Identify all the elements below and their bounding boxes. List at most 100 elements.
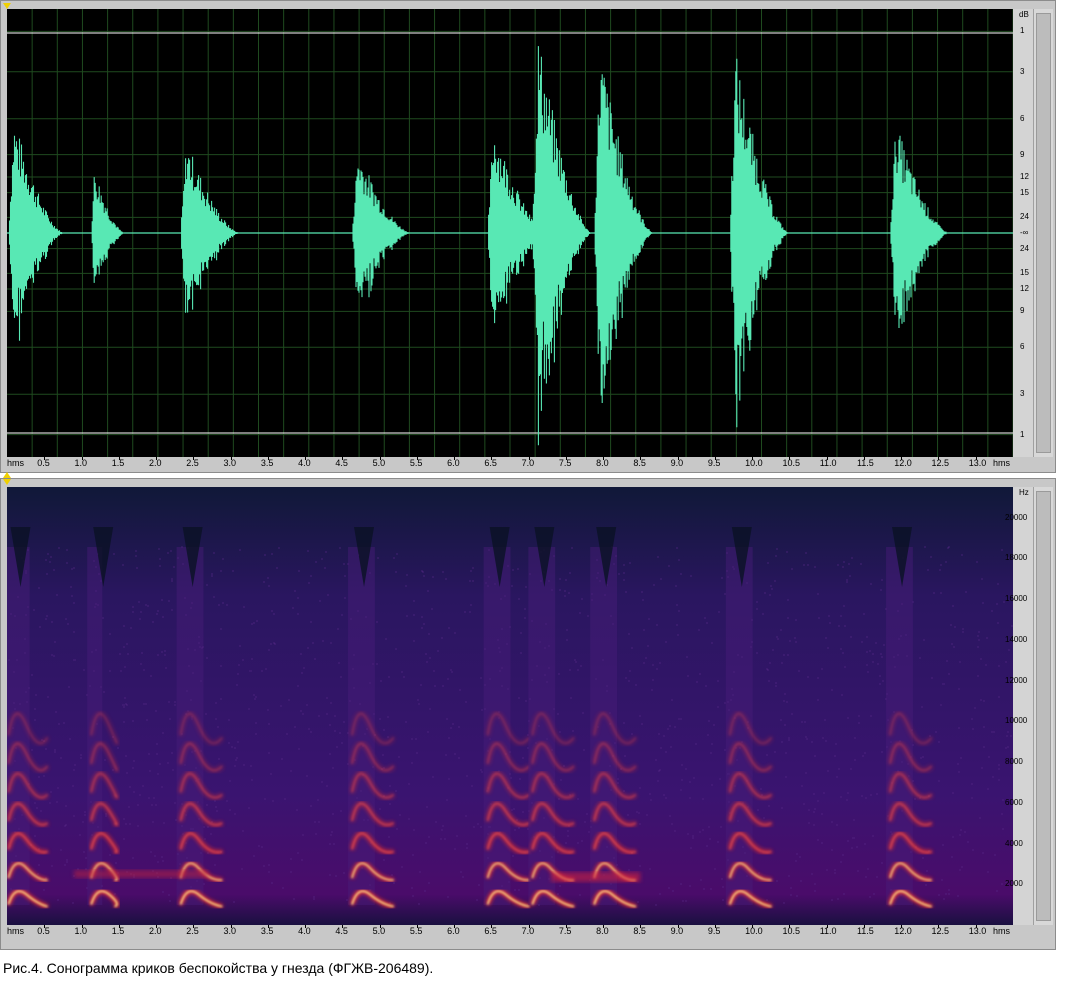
time-tick-label: 5.5 xyxy=(409,926,423,936)
db-level-label: 24 xyxy=(1020,243,1029,253)
db-level-label: 15 xyxy=(1020,187,1029,197)
spectrogram-panel: Hz 20000 18000 16000 14000 12000 10000 8000 600… xyxy=(0,478,1056,950)
time-tick-label: 12.0 xyxy=(894,458,912,468)
time-tick-label: 3.0 xyxy=(223,458,237,468)
time-unit-label: hms xyxy=(993,926,1011,936)
time-tick-label: 2.5 xyxy=(186,458,199,468)
time-unit-label: hms xyxy=(993,458,1011,468)
time-tick-label: 7.0 xyxy=(521,458,535,468)
time-tick-label: 4.5 xyxy=(335,926,348,936)
time-tick-label: 10.5 xyxy=(782,458,800,468)
hz-level-label: 2000 xyxy=(1005,879,1023,889)
time-tick-label: 12.0 xyxy=(894,926,912,936)
db-level-label: 6 xyxy=(1020,113,1025,123)
time-tick-label: 7.5 xyxy=(558,458,572,468)
time-tick-label: 8.0 xyxy=(596,926,609,936)
time-tick-label: 9.0 xyxy=(670,926,684,936)
time-tick-label: 11.0 xyxy=(819,926,837,936)
hz-level-label: 16000 xyxy=(1005,594,1028,604)
db-level-label: 15 xyxy=(1020,268,1029,278)
time-tick-label: 2.0 xyxy=(149,458,162,468)
time-tick-label: 5.0 xyxy=(372,458,386,468)
time-tick-label: 10.0 xyxy=(745,926,763,936)
time-tick-label: 4.0 xyxy=(298,458,311,468)
time-tick-label: 9.0 xyxy=(670,458,684,468)
time-tick-label: 5.0 xyxy=(372,926,386,936)
time-tick-label: 13.0 xyxy=(968,926,987,936)
time-unit-label: hms xyxy=(7,926,25,936)
time-tick-label: 0.5 xyxy=(37,458,50,468)
hz-scale: Hz 20000 18000 16000 14000 12000 10000 8000 600… xyxy=(1005,487,1033,925)
time-tick-label: 10.0 xyxy=(745,458,763,468)
time-tick-label: 8.5 xyxy=(633,458,646,468)
time-tick-label: 13.0 xyxy=(968,458,987,468)
time-tick-label: 9.5 xyxy=(707,926,721,936)
db-level-label: 24 xyxy=(1020,212,1029,222)
hz-level-label: 10000 xyxy=(1005,716,1028,726)
time-tick-label: 5.5 xyxy=(409,458,423,468)
db-level-label: 1 xyxy=(1020,429,1025,439)
db-level-label: 1 xyxy=(1020,26,1025,36)
time-tick-label: 7.5 xyxy=(558,926,572,936)
waveform-time-ruler: hms 0.5 1.0 1.5 2.0 2.5 3.0 3.5 4.0 4.5 5.0 5.5 6.0 6… xyxy=(7,457,1013,471)
sustained-band xyxy=(74,869,209,878)
time-tick-label: 10.5 xyxy=(782,926,800,936)
spectrogram-svg xyxy=(7,487,1013,925)
time-tick-label: 2.5 xyxy=(186,926,199,936)
time-tick-label: 1.5 xyxy=(111,926,125,936)
sustained-band xyxy=(550,872,641,883)
figure-caption: Рис.4. Сонограмма криков беспокойства у … xyxy=(3,960,434,976)
scroll-thumb[interactable] xyxy=(1036,491,1051,921)
time-tick-label: 3.5 xyxy=(260,458,274,468)
waveform-view[interactable] xyxy=(7,9,1013,457)
db-level-label: 9 xyxy=(1020,306,1025,316)
hz-unit-label: Hz xyxy=(1019,488,1029,497)
time-tick-label: 12.5 xyxy=(931,458,949,468)
hz-level-label: 20000 xyxy=(1005,512,1028,522)
time-tick-label: 6.0 xyxy=(447,458,460,468)
time-tick-label: 11.5 xyxy=(856,458,874,468)
hz-level-label: 12000 xyxy=(1005,675,1028,685)
time-tick-label: 1.0 xyxy=(74,458,88,468)
time-tick-label: 1.5 xyxy=(111,458,125,468)
hz-level-label: 4000 xyxy=(1005,838,1023,848)
waveform-svg xyxy=(7,9,1013,457)
time-tick-label: 3.0 xyxy=(223,926,237,936)
db-level-label: 12 xyxy=(1020,284,1029,293)
time-tick-label: 8.0 xyxy=(596,458,609,468)
spectrogram-vertical-scrollbar[interactable] xyxy=(1033,487,1053,925)
time-tick-label: 11.5 xyxy=(856,926,874,936)
time-tick-label: 8.5 xyxy=(633,926,646,936)
db-level-label: -∞ xyxy=(1020,228,1029,237)
hz-level-label: 18000 xyxy=(1005,553,1028,563)
time-tick-label: 4.5 xyxy=(335,458,348,468)
time-tick-label: 1.0 xyxy=(74,926,88,936)
scroll-thumb[interactable] xyxy=(1036,13,1051,453)
time-tick-label: 7.0 xyxy=(521,926,535,936)
db-level-label: 6 xyxy=(1020,342,1025,352)
db-level-label: 3 xyxy=(1020,389,1025,399)
time-tick-label: 12.5 xyxy=(931,926,949,936)
time-tick-label: 9.5 xyxy=(707,458,721,468)
time-tick-label: 6.5 xyxy=(484,926,497,936)
spectrogram-marker-top[interactable] xyxy=(3,479,11,485)
db-level-label: 12 xyxy=(1020,172,1029,181)
db-unit-label: dB xyxy=(1019,10,1029,19)
time-tick-label: 2.0 xyxy=(149,926,162,936)
time-tick-label: 6.0 xyxy=(447,926,460,936)
waveform-panel: dB 1 3 6 9 12 15 24 -∞ 24 15 12 9 6 3 1 hms 0.5 1.0 1.5 2.… xyxy=(0,0,1056,478)
time-tick-label: 0.5 xyxy=(37,926,50,936)
time-tick-label: 3.5 xyxy=(260,926,274,936)
time-tick-label: 11.0 xyxy=(819,458,837,468)
db-level-label: 3 xyxy=(1020,66,1025,76)
time-tick-label: 6.5 xyxy=(484,458,497,468)
waveform-vertical-scrollbar[interactable] xyxy=(1033,9,1053,457)
db-level-label: 9 xyxy=(1020,149,1025,159)
spectrogram-view[interactable] xyxy=(7,487,1013,925)
time-unit-label: hms xyxy=(7,458,25,468)
hz-level-label: 6000 xyxy=(1005,797,1023,807)
hz-level-label: 8000 xyxy=(1005,757,1023,767)
time-tick-label: 4.0 xyxy=(298,926,311,936)
hz-level-label: 14000 xyxy=(1005,634,1028,644)
db-scale: dB 1 3 6 9 12 15 24 -∞ 24 15 12 9 6 3 1 xyxy=(1013,9,1033,457)
